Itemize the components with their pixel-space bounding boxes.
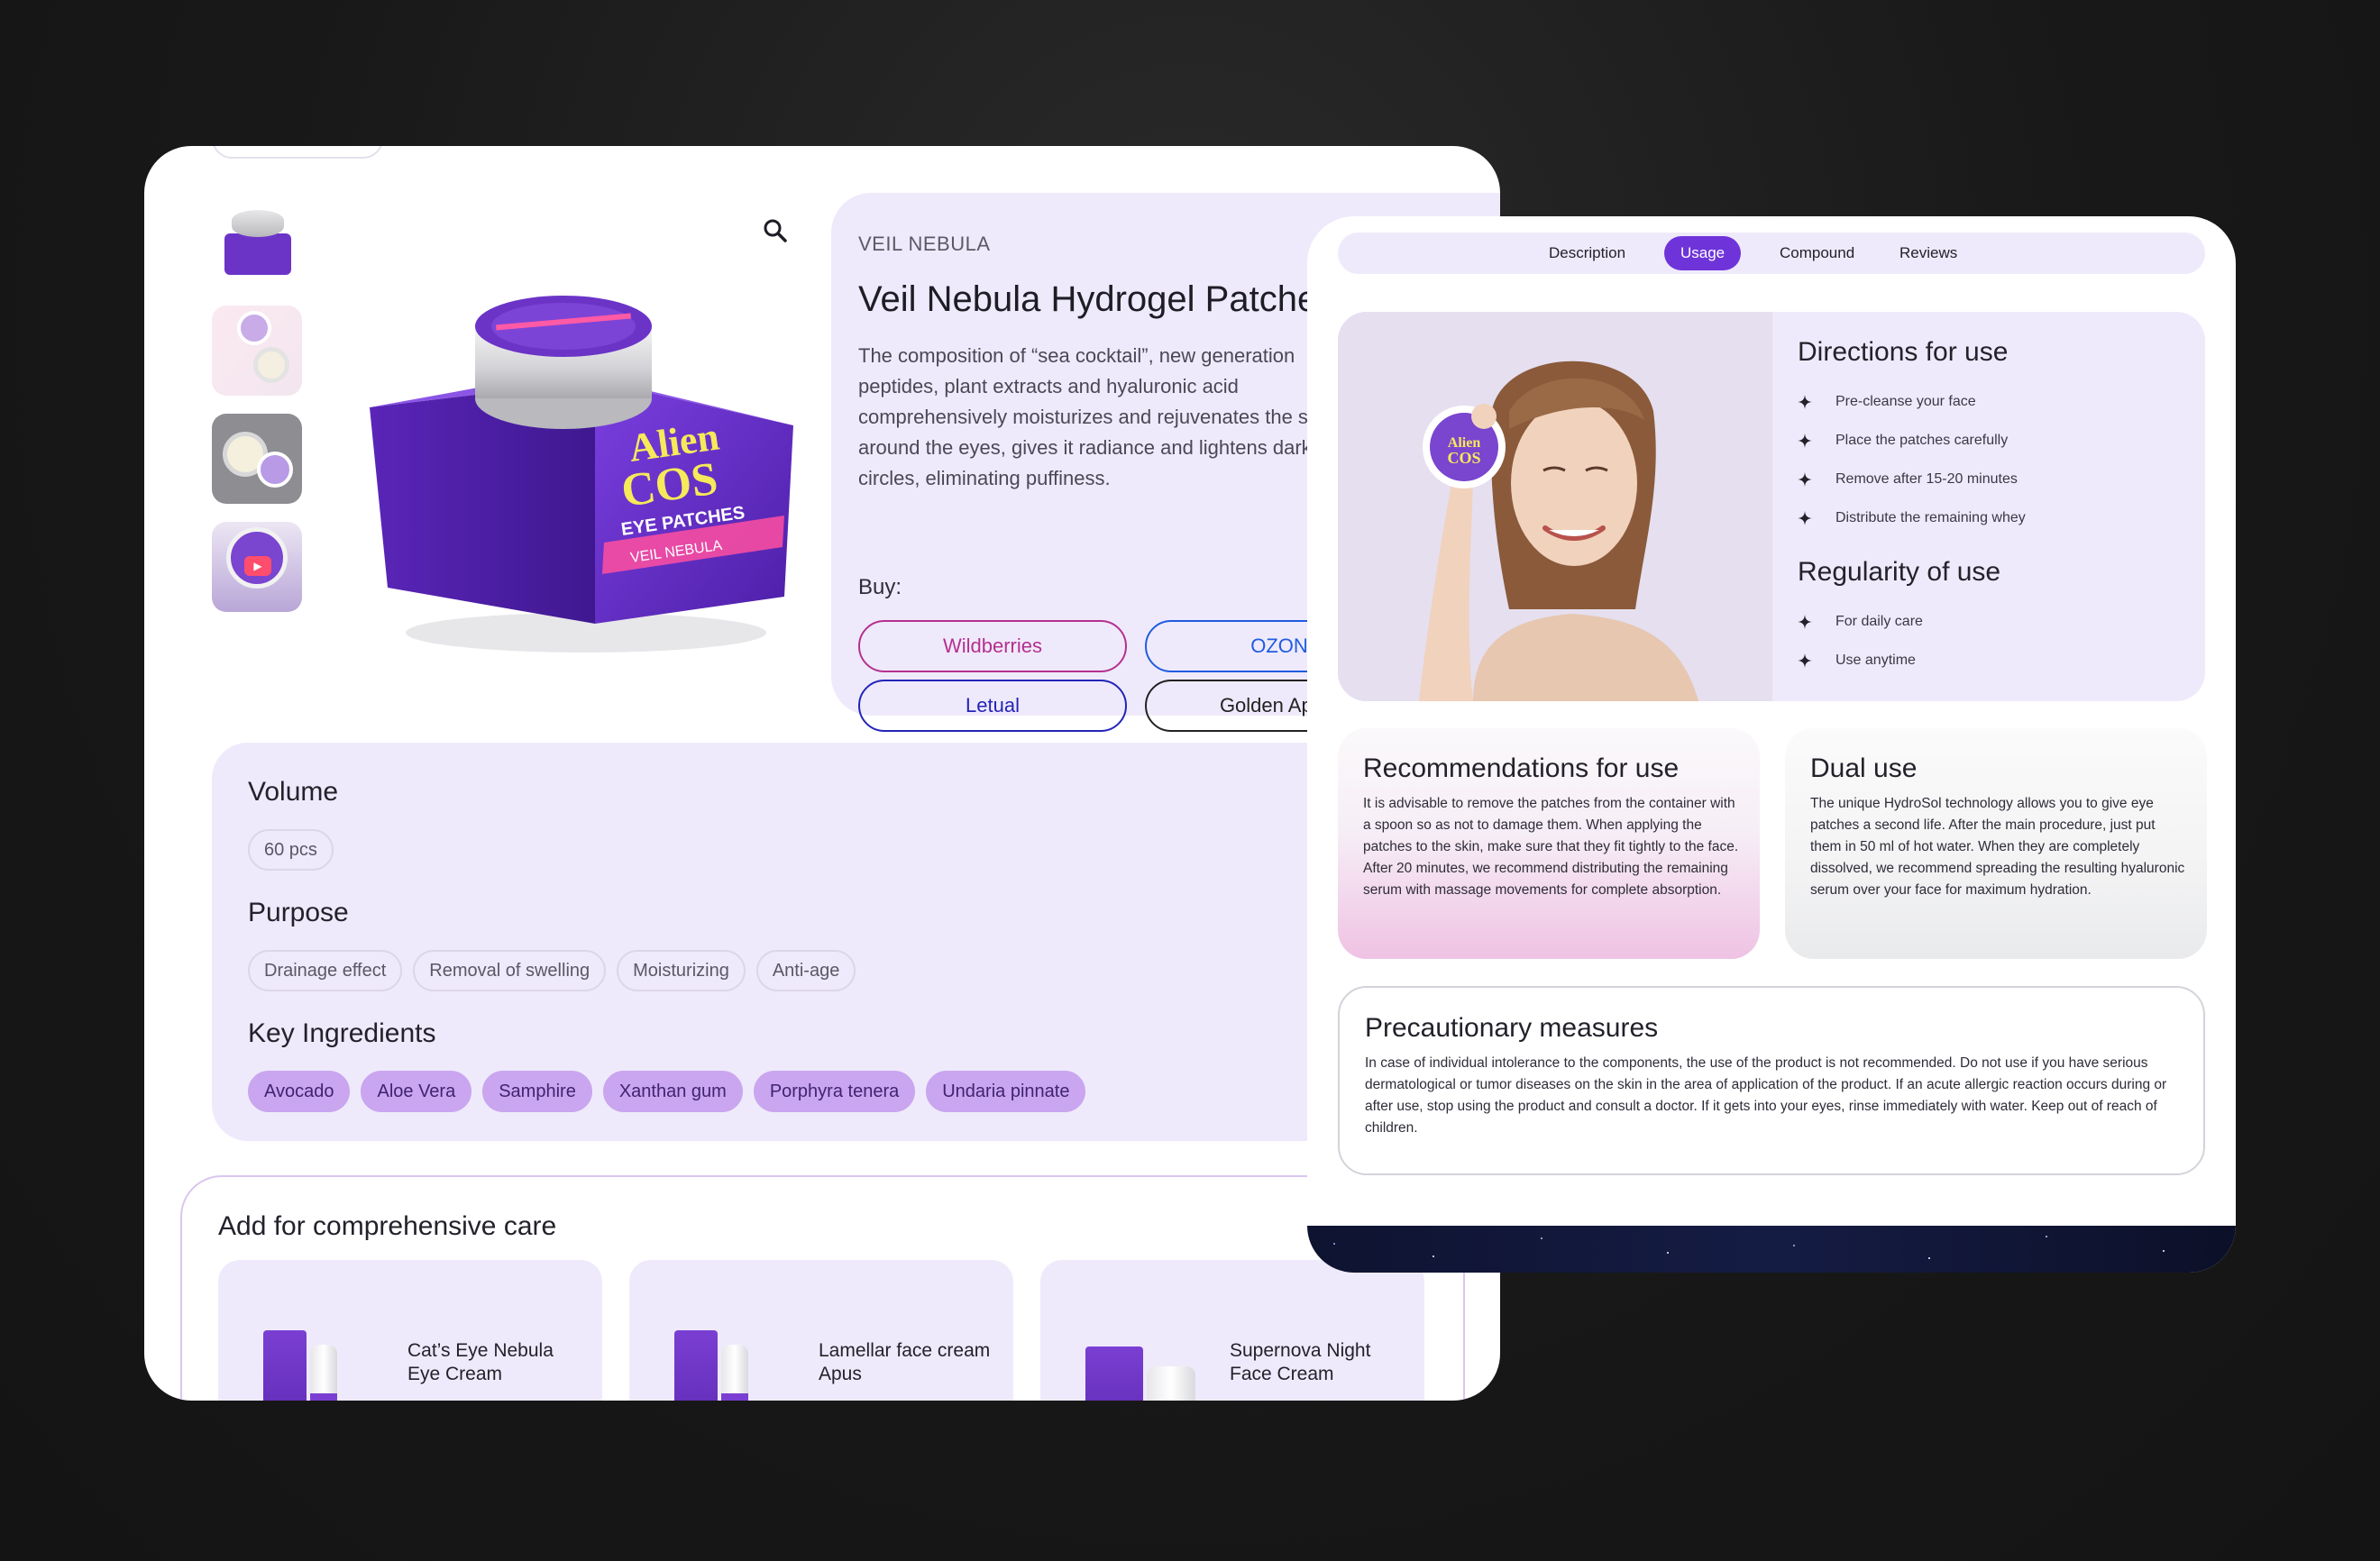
tab-usage[interactable]: Usage xyxy=(1664,236,1742,270)
sparkle-icon xyxy=(1798,394,1812,409)
direction-text: Remove after 15-20 minutes xyxy=(1835,470,2018,487)
care-product-card[interactable]: Supernova Night Face Cream xyxy=(1040,1260,1424,1401)
sparkle-icon xyxy=(1798,510,1812,525)
model-photo: Alien COS xyxy=(1338,312,1772,701)
svg-text:COS: COS xyxy=(1447,449,1480,467)
care-product-name: Lamellar face cream Apus xyxy=(819,1340,991,1384)
list-item: Use anytime xyxy=(1798,641,1923,680)
tab-bar: Description Usage Compound Reviews xyxy=(1338,233,2205,274)
product-box-image xyxy=(1085,1346,1143,1401)
sparkle-icon xyxy=(1798,433,1812,448)
recommendations-title: Recommendations for use xyxy=(1363,753,1680,783)
care-product-card[interactable]: Cat’s Eye Nebula Eye Cream xyxy=(218,1260,602,1401)
care-product-card[interactable]: Lamellar face cream Apus xyxy=(629,1260,1013,1401)
specs-panel: Volume 60 pcs Purpose Drainage effect Re… xyxy=(212,743,1492,1141)
tab-compound[interactable]: Compound xyxy=(1763,236,1871,270)
list-item: Remove after 15-20 minutes xyxy=(1798,460,2026,498)
recommendations-card: Recommendations for use It is advisable … xyxy=(1338,728,1760,959)
brand-label: VEIL NEBULA xyxy=(858,233,991,255)
product-box-image xyxy=(674,1330,718,1401)
purpose-chip[interactable]: Drainage effect xyxy=(248,950,403,991)
tab-reviews[interactable]: Reviews xyxy=(1883,236,1973,270)
precautions-text: In case of individual intolerance to the… xyxy=(1365,1055,2167,1136)
product-main-image: Alien COS EYE PATCHES VEIL NEBULA xyxy=(370,296,793,653)
direction-text: Pre-cleanse your face xyxy=(1835,393,1976,409)
sparkle-icon xyxy=(1798,653,1812,668)
direction-text: Distribute the remaining whey xyxy=(1835,509,2026,525)
comprehensive-care-section: Add for comprehensive care Cat’s Eye Neb… xyxy=(180,1175,1465,1401)
care-product-name: Cat’s Eye Nebula Eye Cream xyxy=(407,1340,554,1384)
purpose-chip[interactable]: Removal of swelling xyxy=(413,950,607,991)
list-item: Distribute the remaining whey xyxy=(1798,498,2026,537)
ingredient-chip[interactable]: Xanthan gum xyxy=(602,1071,743,1112)
sparkle-icon xyxy=(1798,471,1812,487)
direction-text: Place the patches carefully xyxy=(1835,432,2009,448)
top-pill-stub[interactable] xyxy=(212,146,383,159)
precautions-title: Precautionary measures xyxy=(1365,1013,1659,1043)
product-box-image xyxy=(263,1330,307,1401)
thumbnail-3[interactable] xyxy=(212,414,302,504)
purpose-chip[interactable]: Anti-age xyxy=(755,950,856,991)
magnifier-icon[interactable] xyxy=(761,216,790,245)
regularity-text: For daily care xyxy=(1835,613,1923,629)
thumbnail-strip: ▶ xyxy=(212,197,302,630)
precautions-card: Precautionary measures In case of indivi… xyxy=(1338,986,2205,1175)
purpose-chip[interactable]: Moisturizing xyxy=(617,950,746,991)
product-page-card: ▶ Alien COS EYE PATCHES VEIL NEBULA VEIL… xyxy=(144,146,1500,1401)
directions-list: Pre-cleanse your face Place the patches … xyxy=(1798,382,2026,537)
ingredient-chip[interactable]: Undaria pinnate xyxy=(926,1071,1086,1112)
shop-button-letual[interactable]: Letual xyxy=(858,680,1127,732)
volume-chip[interactable]: 60 pcs xyxy=(248,829,334,871)
dual-use-text: The unique HydroSol technology allows yo… xyxy=(1810,796,2185,898)
thumbnail-video[interactable]: ▶ xyxy=(212,522,302,612)
purpose-title: Purpose xyxy=(248,898,349,927)
care-product-name: Supernova Night Face Cream xyxy=(1230,1340,1371,1384)
ingredient-chip[interactable]: Aloe Vera xyxy=(361,1071,472,1112)
starfield-footer xyxy=(1307,1226,2236,1273)
ingredient-chip[interactable]: Avocado xyxy=(248,1071,351,1112)
directions-title: Directions for use xyxy=(1798,337,2009,367)
tab-description[interactable]: Description xyxy=(1533,236,1642,270)
list-item: For daily care xyxy=(1798,602,1923,641)
product-description: The composition of “sea cocktail”, new g… xyxy=(858,344,1334,489)
regularity-title: Regularity of use xyxy=(1798,557,2001,587)
shop-button-wildberries[interactable]: Wildberries xyxy=(858,620,1127,672)
product-tube-image xyxy=(310,1345,337,1401)
ingredients-title: Key Ingredients xyxy=(248,1018,436,1048)
thumbnail-2[interactable] xyxy=(212,306,302,396)
list-item: Pre-cleanse your face xyxy=(1798,382,2026,421)
sparkle-icon xyxy=(1798,614,1812,629)
dual-use-card: Dual use The unique HydroSol technology … xyxy=(1785,728,2207,959)
volume-chips: 60 pcs xyxy=(248,829,334,871)
care-title: Add for comprehensive care xyxy=(218,1211,557,1241)
regularity-list: For daily care Use anytime xyxy=(1798,602,1923,680)
volume-title: Volume xyxy=(248,777,339,807)
purpose-chips: Drainage effect Removal of swelling Mois… xyxy=(248,950,856,991)
directions-panel: Alien COS Directions for use Pre-cleanse… xyxy=(1338,312,2205,701)
buy-label: Buy: xyxy=(858,575,902,599)
play-icon[interactable]: ▶ xyxy=(244,556,271,576)
regularity-text: Use anytime xyxy=(1835,652,1916,668)
ingredient-chip[interactable]: Porphyra tenera xyxy=(753,1071,916,1112)
ingredient-chip[interactable]: Samphire xyxy=(482,1071,592,1112)
product-title: Veil Nebula Hydrogel Patches xyxy=(858,279,1336,319)
recommendations-text: It is advisable to remove the patches fr… xyxy=(1363,796,1739,898)
usage-card: Description Usage Compound Reviews Alien… xyxy=(1307,216,2236,1273)
product-tube-image xyxy=(721,1345,748,1401)
product-jar-image xyxy=(1147,1366,1195,1401)
dual-use-title: Dual use xyxy=(1810,753,1918,783)
thumbnail-1[interactable] xyxy=(212,197,302,288)
ingredient-chips: Avocado Aloe Vera Samphire Xanthan gum P… xyxy=(248,1071,1086,1112)
list-item: Place the patches carefully xyxy=(1798,421,2026,460)
